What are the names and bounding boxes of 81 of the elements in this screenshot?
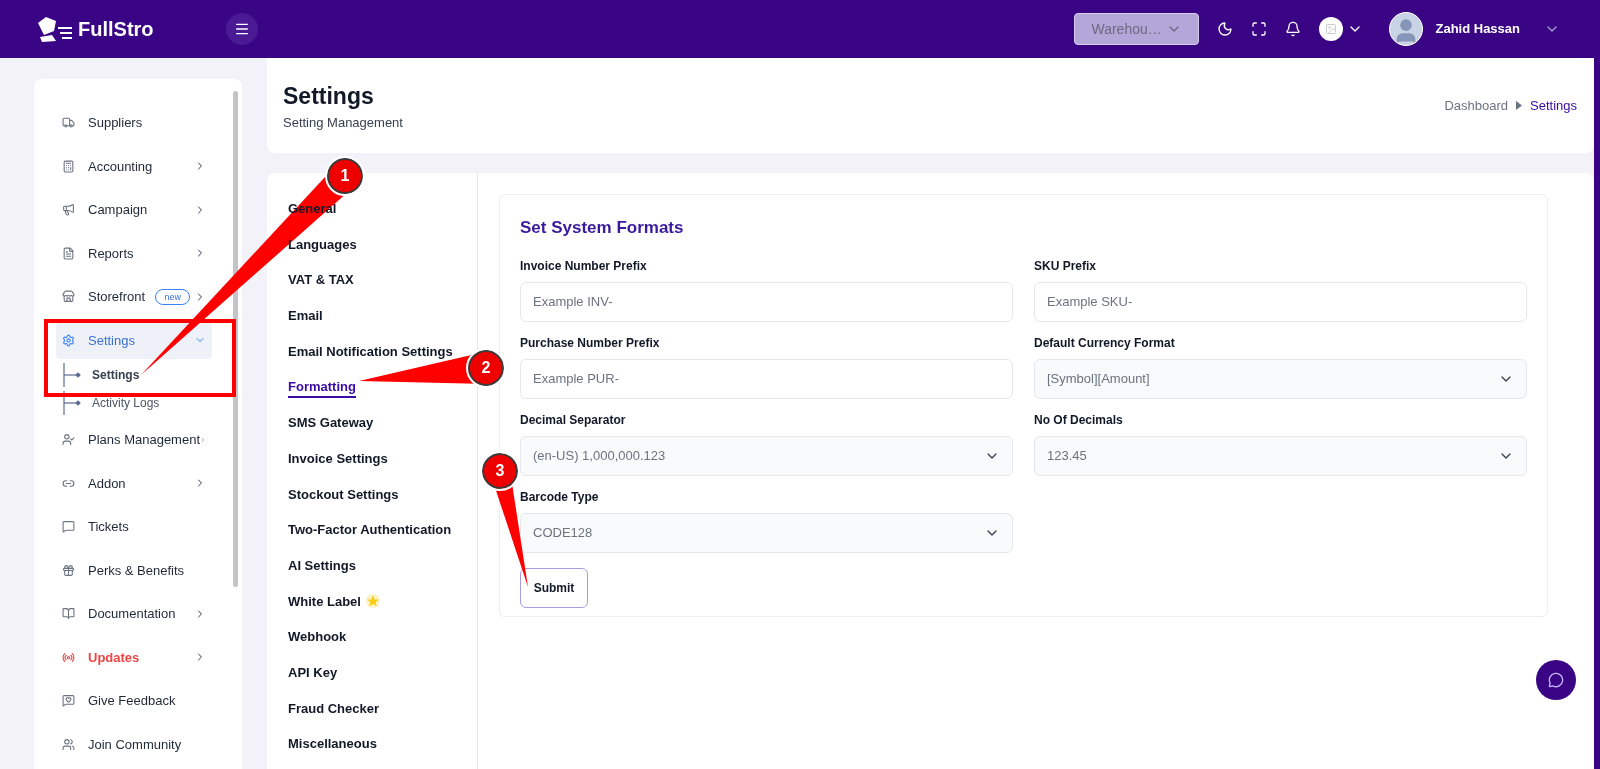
sidebar-item[interactable]: Give Feedback xyxy=(56,682,212,720)
sidebar-item[interactable]: Plans Management xyxy=(56,421,212,459)
sidebar-item[interactable]: Storefront new xyxy=(56,278,212,316)
breadcrumb-link[interactable]: Dashboard xyxy=(1444,95,1508,116)
sidebar-item[interactable]: Reports xyxy=(56,234,212,272)
settings-tab[interactable]: VAT & TAX xyxy=(288,270,354,290)
store-icon xyxy=(62,290,75,304)
sidebar-item[interactable]: Accounting xyxy=(56,147,212,185)
sidebar-item[interactable]: Documentation xyxy=(56,595,212,633)
page-subtitle: Setting Management xyxy=(283,114,403,132)
field-label: SKU Prefix xyxy=(1034,257,1098,275)
users-icon xyxy=(62,737,75,751)
fullscreen-icon[interactable] xyxy=(1251,21,1268,37)
user-name[interactable]: Zahid Hassan xyxy=(1435,19,1520,39)
settings-tab[interactable]: Formatting xyxy=(288,376,356,399)
settings-tab[interactable]: API Key xyxy=(288,663,338,683)
field-label: Invoice Number Prefix xyxy=(520,257,648,275)
step-marker: 3 xyxy=(482,453,518,489)
settings-tab[interactable]: Email Notification Settings xyxy=(288,341,453,362)
submenu-item[interactable]: Activity Logs xyxy=(92,394,160,412)
settings-tab[interactable]: Miscellaneous xyxy=(288,734,377,754)
text-field[interactable]: Example SKU- xyxy=(1034,281,1527,322)
bell-icon[interactable] xyxy=(1285,21,1302,37)
page-title: Settings xyxy=(283,81,375,111)
submenu-item[interactable]: Settings xyxy=(92,366,140,384)
truck-icon xyxy=(62,116,75,130)
settings-tab[interactable]: White Label xyxy=(288,591,361,612)
megaphone-icon xyxy=(62,203,75,217)
text-field[interactable]: Example INV- xyxy=(520,281,1013,322)
sidebar-item[interactable]: Join Community xyxy=(56,725,212,763)
settings-tab[interactable]: Invoice Settings xyxy=(288,448,388,469)
logo-text: FullStro xyxy=(78,17,154,42)
book-icon xyxy=(62,607,75,621)
caret-right-icon xyxy=(1516,101,1522,110)
sidebar-item[interactable]: Settings xyxy=(56,321,212,359)
field-label: No Of Decimals xyxy=(1034,411,1124,429)
message-icon xyxy=(62,520,75,534)
settings-icon xyxy=(62,333,75,347)
sidebar-item[interactable]: Tickets xyxy=(56,508,212,546)
settings-tab[interactable]: Two-Factor Authentication xyxy=(288,520,452,540)
settings-tab[interactable]: AI Settings xyxy=(288,555,356,576)
field-label: Default Currency Format xyxy=(1034,334,1176,352)
tree-branch-icon xyxy=(62,391,82,415)
settings-tab[interactable]: SMS Gateway xyxy=(288,413,374,433)
sidebar-item[interactable]: Campaign xyxy=(56,191,212,229)
menu-button[interactable] xyxy=(226,13,258,45)
settings-tab[interactable]: Webhook xyxy=(288,627,347,647)
field-label: Purchase Number Prefix xyxy=(520,334,661,352)
settings-tab[interactable]: Fraud Checker xyxy=(288,698,380,719)
form-title: Set System Formats xyxy=(520,217,685,239)
step-marker: 2 xyxy=(468,350,504,386)
select-field[interactable]: 123.45 xyxy=(1034,435,1527,476)
gift-icon xyxy=(62,563,75,577)
sidebar-item[interactable]: Suppliers xyxy=(56,104,212,142)
sidebar-item[interactable]: Updates xyxy=(56,638,212,676)
sidebar-item[interactable]: Addon xyxy=(56,464,212,502)
sidebar-item[interactable]: Perks & Benefits xyxy=(56,551,212,589)
field-label: Decimal Separator xyxy=(520,411,627,429)
calculator-icon xyxy=(62,159,75,173)
user-avatar[interactable] xyxy=(1389,12,1424,46)
moon-icon[interactable] xyxy=(1217,21,1234,37)
select-field[interactable]: CODE128 xyxy=(520,512,1013,553)
select-field[interactable]: [Symbol][Amount] xyxy=(1034,358,1527,399)
broadcast-icon xyxy=(62,650,75,664)
submit-button[interactable]: Submit xyxy=(520,567,588,608)
breadcrumb-link[interactable]: Settings xyxy=(1530,95,1577,116)
tree-branch-icon xyxy=(62,363,82,387)
sparkle-star-icon xyxy=(364,593,381,610)
chat-icon xyxy=(1548,672,1564,688)
select-field[interactable]: (en-US) 1,000,000.123 xyxy=(520,435,1013,476)
settings-tab[interactable]: Stockout Settings xyxy=(288,484,399,505)
image-avatar[interactable] xyxy=(1319,17,1344,41)
settings-tab[interactable]: Email xyxy=(288,306,323,326)
text-field[interactable]: Example PUR- xyxy=(520,358,1013,399)
field-label: Barcode Type xyxy=(520,488,600,506)
document-icon xyxy=(62,246,75,260)
user-check-icon xyxy=(62,433,75,447)
menu-icon xyxy=(234,21,250,37)
settings-tab[interactable]: Languages xyxy=(288,234,357,255)
step-marker: 1 xyxy=(327,158,363,194)
feedback-icon xyxy=(62,694,75,708)
